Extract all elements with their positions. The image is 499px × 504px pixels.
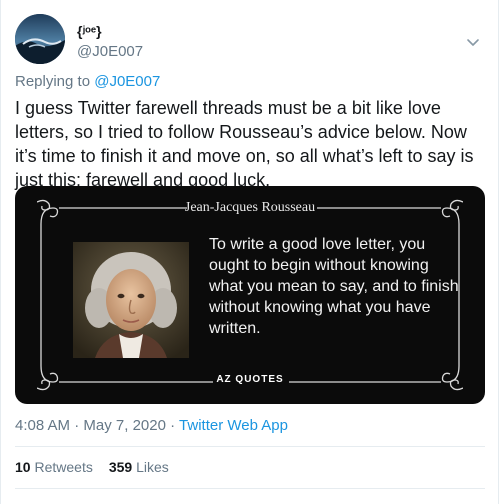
- tweet-stats: 10 Retweets 359 Likes: [15, 458, 169, 476]
- meta-separator: ·: [74, 417, 80, 434]
- tweet-media-image[interactable]: Jean-Jacques Rousseau To write a good lo…: [15, 186, 485, 404]
- rousseau-portrait: [73, 242, 189, 358]
- author-names: {ʲᵒᵉ} @J0E007: [77, 22, 143, 62]
- divider: [15, 446, 485, 447]
- ocean-wave-avatar-icon: [15, 14, 65, 64]
- azquotes-logo: AZ QUOTES: [216, 374, 284, 385]
- tweet-meta: 4:08 AM · May 7, 2020 · Twitter Web App: [15, 416, 288, 436]
- chevron-down-icon[interactable]: [465, 34, 481, 50]
- tweet-text: I guess Twitter farewell threads must be…: [15, 98, 474, 190]
- quote-text: To write a good love letter, you ought t…: [209, 236, 459, 337]
- retweets-label: Retweets: [34, 459, 93, 475]
- quote-author: Jean-Jacques Rousseau: [184, 200, 316, 215]
- display-name[interactable]: {ʲᵒᵉ}: [77, 22, 143, 40]
- retweets-stat[interactable]: 10 Retweets: [15, 459, 93, 475]
- tweet-source-link[interactable]: Twitter Web App: [179, 417, 288, 434]
- avatar[interactable]: [15, 14, 65, 64]
- user-handle[interactable]: @J0E007: [77, 42, 143, 62]
- likes-stat[interactable]: 359 Likes: [109, 459, 169, 475]
- tweet-date[interactable]: May 7, 2020: [83, 417, 166, 434]
- retweets-count: 10: [15, 459, 31, 475]
- tweet-time[interactable]: 4:08 AM: [15, 417, 70, 434]
- replying-prefix: Replying to: [15, 73, 91, 90]
- likes-label: Likes: [136, 459, 169, 475]
- tweet-header: {ʲᵒᵉ} @J0E007: [15, 14, 485, 68]
- reply-mention-link[interactable]: @J0E007: [94, 73, 160, 90]
- tweet-card: {ʲᵒᵉ} @J0E007 Replying to @J0E007 I gues…: [0, 0, 499, 504]
- likes-count: 359: [108, 459, 133, 475]
- replying-to-line: Replying to @J0E007: [15, 72, 160, 92]
- divider: [15, 488, 485, 489]
- meta-separator: ·: [170, 417, 176, 434]
